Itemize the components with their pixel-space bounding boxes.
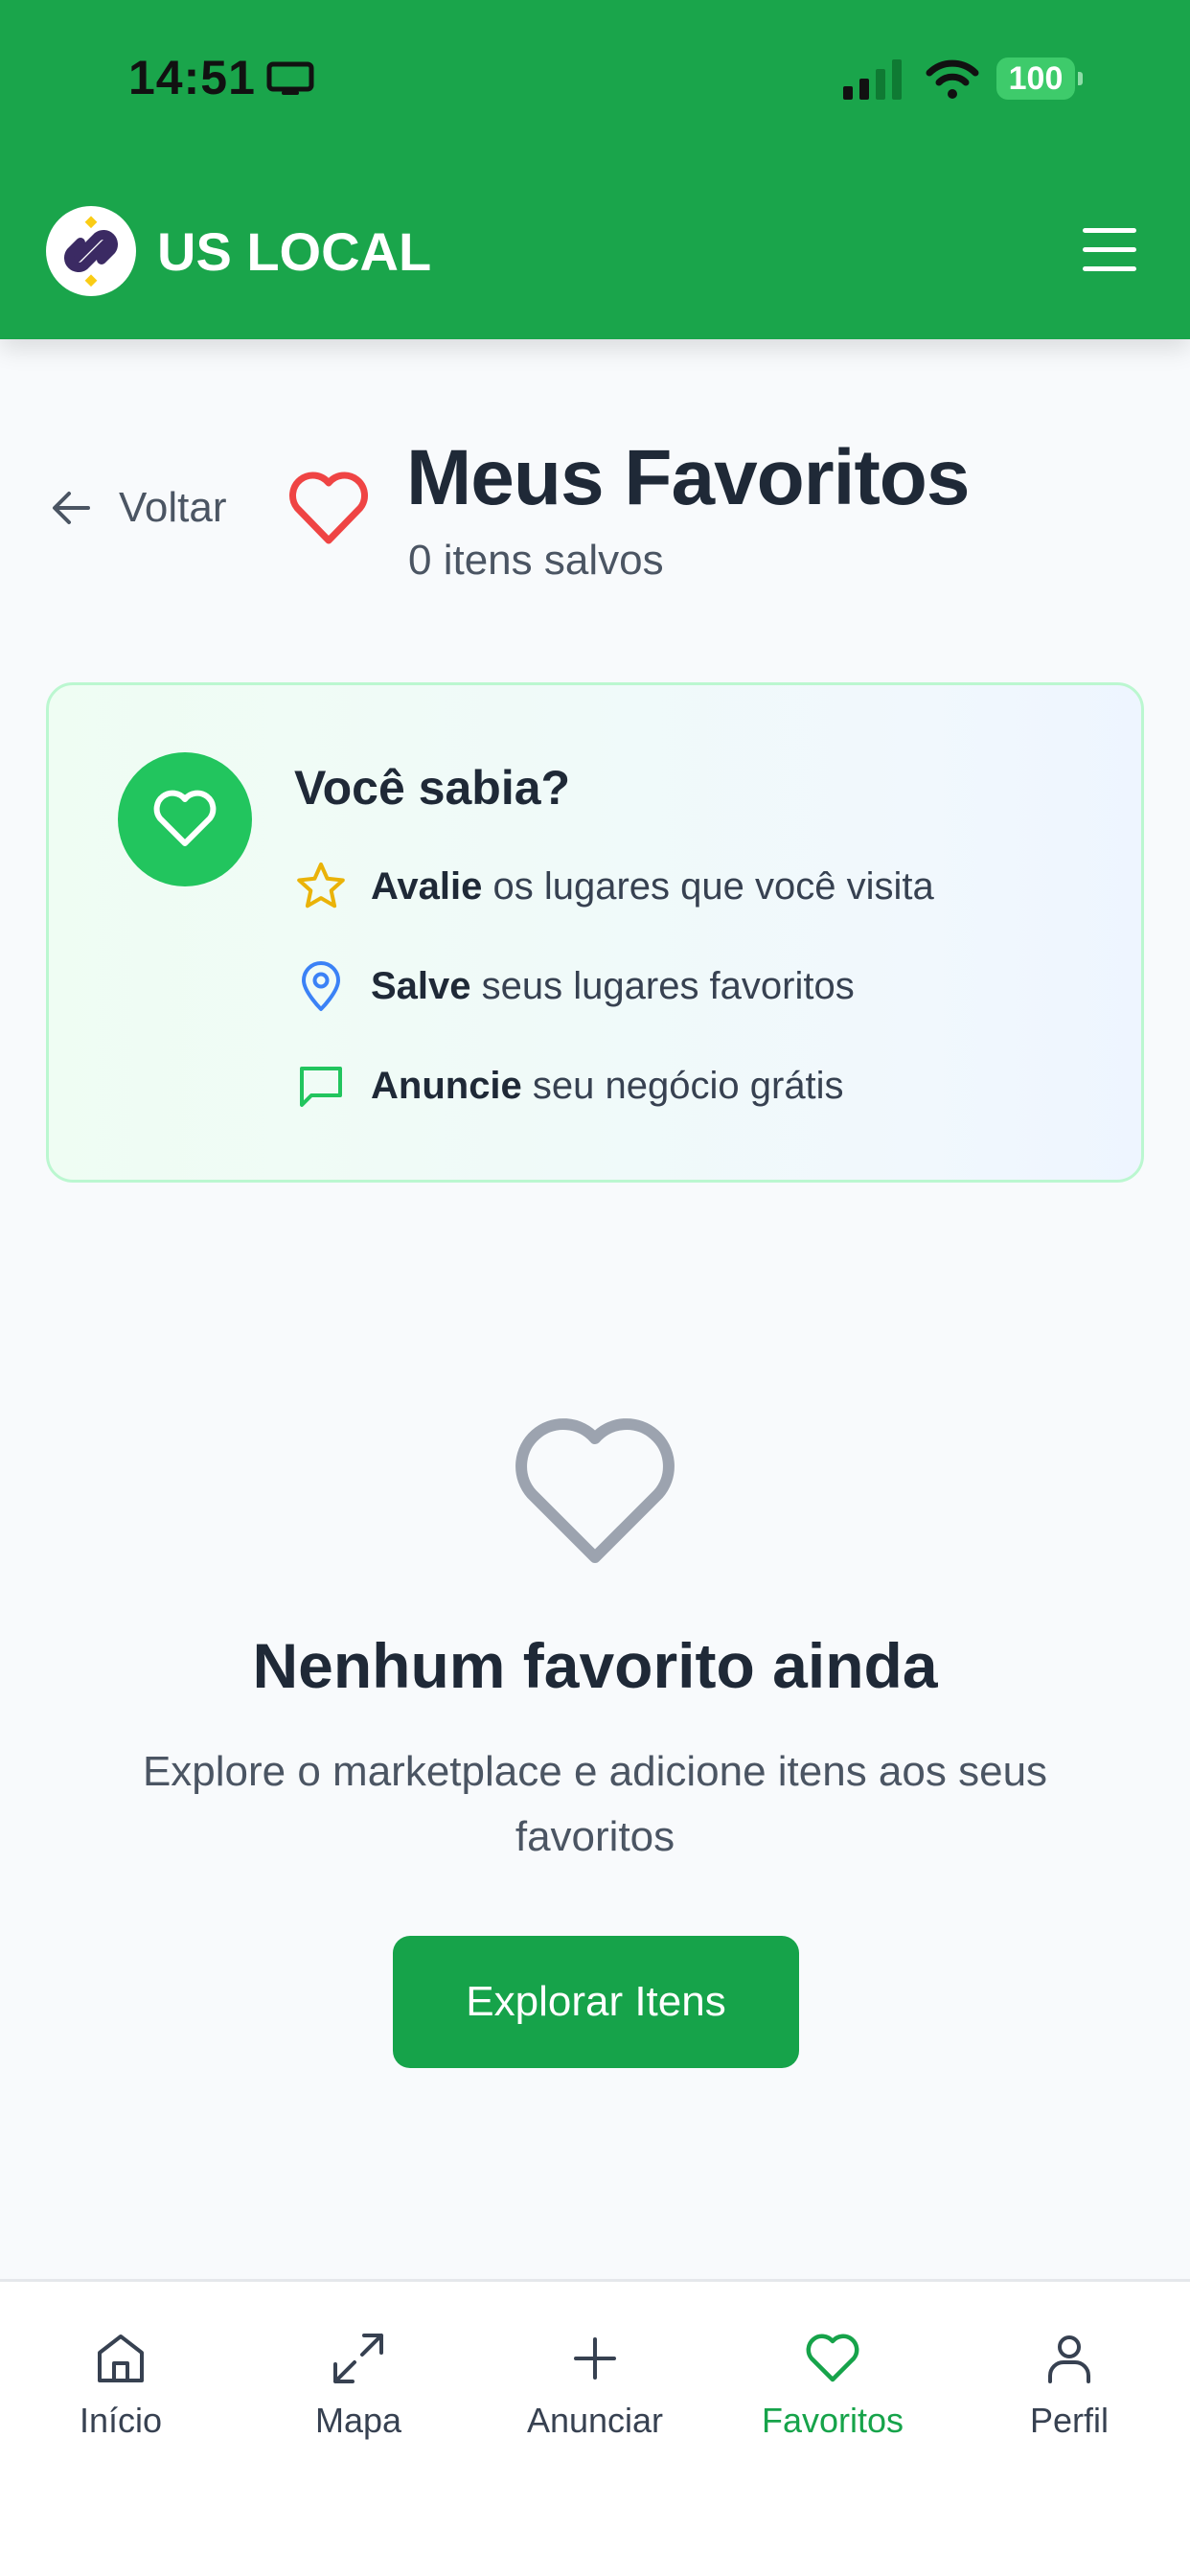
screen-mirroring-icon xyxy=(266,61,314,95)
page-title: Meus Favoritos xyxy=(406,434,970,521)
back-label: Voltar xyxy=(119,484,227,531)
tip-item-advertise: Anuncie seu negócio grátis xyxy=(294,1059,844,1113)
tip-item-text: seu negócio grátis xyxy=(521,1064,844,1107)
tip-item-bold: Anuncie xyxy=(371,1064,522,1107)
tab-favoritos[interactable]: Favoritos xyxy=(714,2328,951,2441)
tab-mapa[interactable]: Mapa xyxy=(240,2328,477,2441)
tip-icon-badge xyxy=(118,752,252,886)
explore-items-button[interactable]: Explorar Itens xyxy=(393,1936,799,2068)
arrow-left-icon xyxy=(53,492,90,524)
tip-title: Você sabia? xyxy=(294,761,571,815)
message-square-icon xyxy=(300,1067,342,1107)
menu-line xyxy=(1083,266,1136,271)
tip-item-save: Salve seus lugares favoritos xyxy=(294,959,855,1013)
plus-icon xyxy=(574,2337,616,2380)
heart-icon xyxy=(289,472,368,544)
tip-card: Você sabia? Avalie os lugares que você v… xyxy=(46,682,1144,1183)
hamburger-menu-button[interactable] xyxy=(1083,228,1136,276)
star-icon xyxy=(297,862,345,908)
empty-state-title: Nenhum favorito ainda xyxy=(252,1630,938,1701)
cellular-signal-icon xyxy=(843,59,902,100)
brand-name[interactable]: US LOCAL xyxy=(157,220,431,283)
menu-line xyxy=(1083,247,1136,252)
tip-item-text: os lugares que você visita xyxy=(482,864,934,908)
heart-icon xyxy=(806,2334,859,2382)
empty-heart-icon xyxy=(515,1418,675,1563)
tab-label: Anunciar xyxy=(526,2401,664,2440)
tip-item-bold: Salve xyxy=(371,964,471,1007)
tab-label: Favoritos xyxy=(761,2401,904,2440)
wifi-icon xyxy=(926,59,979,99)
back-button[interactable]: Voltar xyxy=(48,484,227,532)
app-header: 14:51 100 US LOCAL xyxy=(0,0,1190,339)
tab-label: Mapa xyxy=(314,2401,402,2440)
tab-anunciar[interactable]: Anunciar xyxy=(476,2328,714,2441)
brand-logo[interactable] xyxy=(46,206,136,296)
user-icon xyxy=(1048,2335,1090,2383)
status-time: 14:51 xyxy=(128,51,256,104)
logo-mark-icon xyxy=(64,216,118,288)
saved-count: 0 itens salvos xyxy=(408,537,664,584)
menu-line xyxy=(1083,228,1136,233)
tab-inicio[interactable]: Início xyxy=(2,2328,240,2441)
expand-arrows-icon xyxy=(333,2334,383,2383)
tab-label: Perfil xyxy=(1029,2401,1110,2440)
tip-item-rate: Avalie os lugares que você visita xyxy=(294,860,934,913)
empty-state-description: Explore o marketplace e adicione itens a… xyxy=(142,1748,1048,1860)
map-pin-icon xyxy=(302,961,340,1011)
heart-icon xyxy=(153,790,217,846)
bottom-tab-bar: Início Mapa Anunciar Favoritos Perfil xyxy=(0,2279,1190,2576)
tab-label: Início xyxy=(79,2401,163,2440)
tab-perfil[interactable]: Perfil xyxy=(950,2328,1188,2441)
battery-indicator: 100 xyxy=(996,58,1083,100)
home-icon xyxy=(98,2334,144,2382)
tip-item-text: seus lugares favoritos xyxy=(470,964,855,1007)
tip-item-bold: Avalie xyxy=(371,864,483,908)
